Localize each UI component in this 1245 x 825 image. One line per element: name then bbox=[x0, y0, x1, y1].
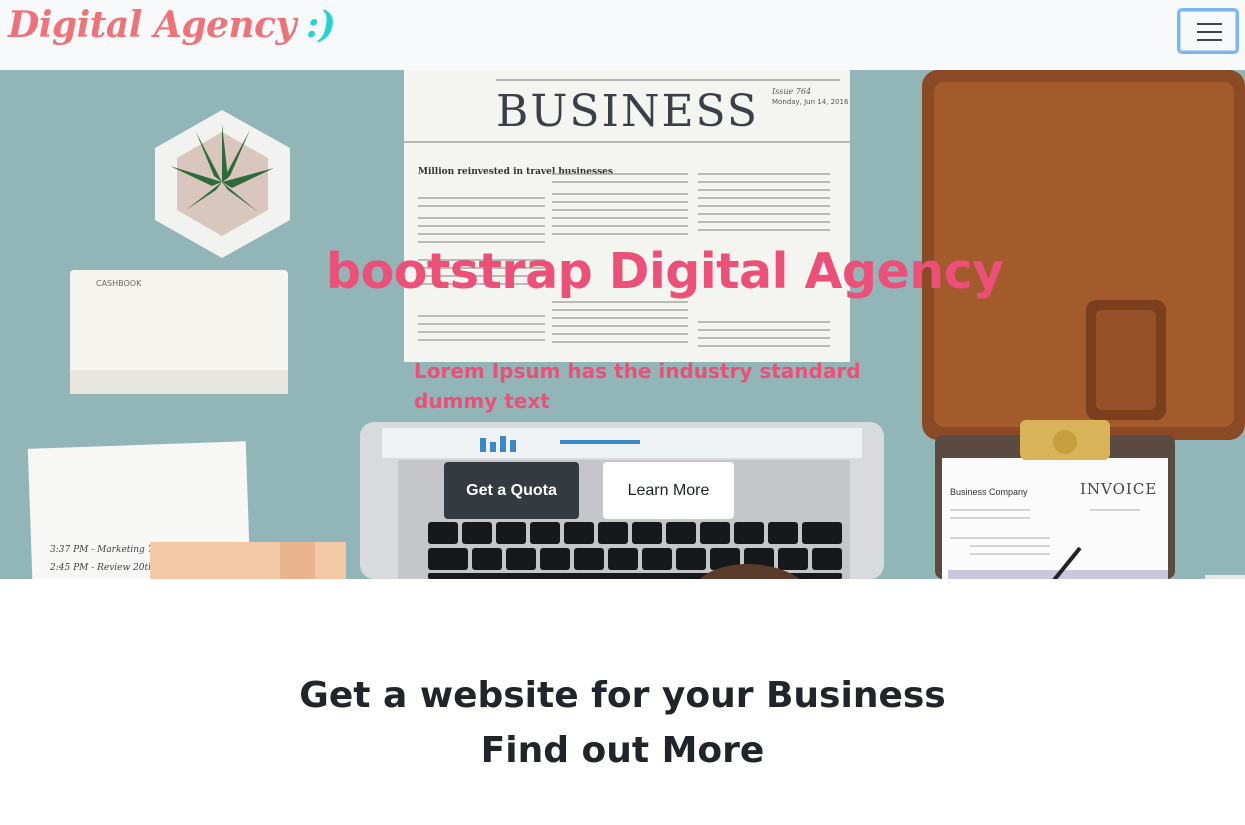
svg-text:Million reinvested in travel b: Million reinvested in travel businesses bbox=[418, 167, 613, 177]
svg-text:Issue 764: Issue 764 bbox=[771, 87, 811, 96]
svg-text:2:45 PM - Review 20th: 2:45 PM - Review 20th bbox=[49, 563, 154, 573]
newspaper-illustration: BUSINESS Issue 764 Monday, Jun 14, 2016 … bbox=[404, 70, 850, 362]
svg-text:Business Company: Business Company bbox=[950, 487, 1028, 497]
svg-text:Monday, Jun 14, 2016: Monday, Jun 14, 2016 bbox=[772, 98, 849, 106]
svg-text:3:37 PM - Marketing 7th: 3:37 PM - Marketing 7th bbox=[50, 545, 163, 555]
svg-text:INVOICE: INVOICE bbox=[1080, 480, 1157, 498]
invoice-clipboard-illustration: Business Company INVOICE bbox=[935, 420, 1175, 579]
brand-text: Digital Agency bbox=[8, 4, 296, 46]
hero-subtitle: Lorem Ipsum has the industry standard du… bbox=[414, 359, 861, 413]
hero-section: CASHBOOK 3:37 PM - Marketing 7th 2:45 PM… bbox=[0, 70, 1245, 579]
hero-title: bootstrap Digital Agency bbox=[326, 243, 1004, 300]
section-heading-line-2: Find out More bbox=[480, 730, 765, 771]
learn-more-button[interactable]: Learn More bbox=[603, 462, 734, 519]
section-heading: Get a website for your Business Find out… bbox=[0, 668, 1245, 778]
navbar-toggle-button[interactable] bbox=[1177, 8, 1239, 54]
brand-logo[interactable]: Digital Agency:) bbox=[8, 4, 336, 46]
brand-smiley: :) bbox=[305, 4, 336, 46]
navbar: Digital Agency:) bbox=[0, 0, 1245, 70]
get-a-quota-button[interactable]: Get a Quota bbox=[444, 462, 579, 519]
svg-text:BUSINESS: BUSINESS bbox=[496, 86, 759, 137]
section-heading-line-1: Get a website for your Business bbox=[299, 675, 946, 716]
